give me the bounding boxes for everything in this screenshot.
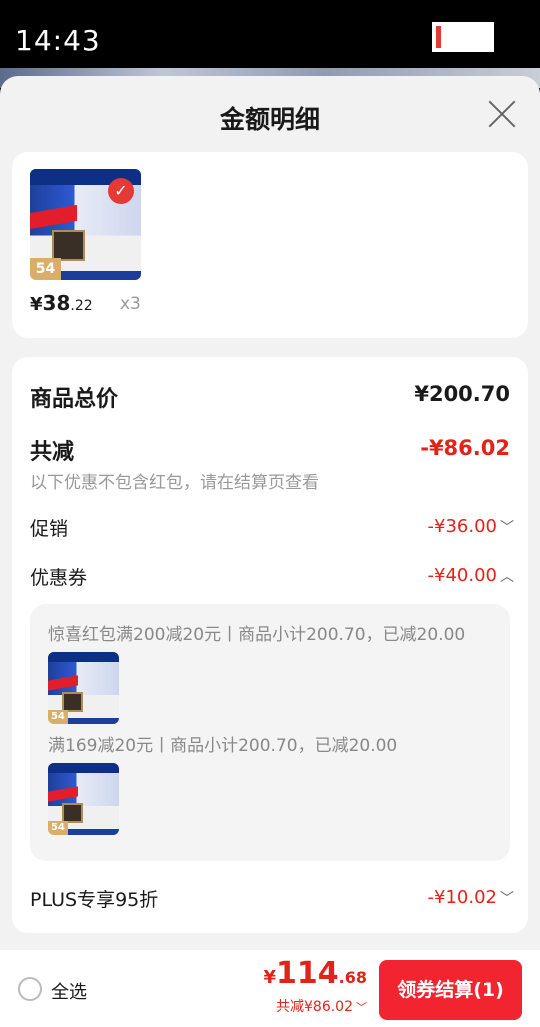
product-price: ¥38.22 xyxy=(30,291,93,315)
coupon-row-toggle[interactable]: -¥40.00 ︿ xyxy=(428,565,514,586)
product-quantity: x3 xyxy=(120,294,141,314)
status-time: 14:43 xyxy=(15,24,101,57)
close-icon[interactable] xyxy=(486,98,518,130)
total-label: 商品总价 xyxy=(30,387,119,412)
status-bar: 14:43 xyxy=(0,0,540,78)
coupon-item-thumbnail: 54 xyxy=(48,652,119,724)
chevron-down-icon: ﹀ xyxy=(356,1001,367,1014)
chevron-down-icon: ﹀ xyxy=(500,520,514,536)
chevron-down-icon: ﹀ xyxy=(500,891,514,907)
battery-icon xyxy=(432,22,494,52)
coupon-breakdown-box: 惊喜红包满200减20元丨商品小计200.70，已减20.00 54 满169减… xyxy=(30,604,510,861)
promo-value: -¥36.00 xyxy=(427,516,497,537)
thumb-price-tag: 54 xyxy=(30,257,62,280)
select-all-label[interactable]: 全选 xyxy=(51,978,87,1004)
amount-detail-sheet: 金额明细 54 ✓ ¥38.22 x3 商品总价 ¥200.70 共减 -¥86… xyxy=(0,76,540,1027)
discount-note: 以下优惠不包含红包，请在结算页查看 xyxy=(30,473,319,493)
promo-row-toggle[interactable]: -¥36.00 ﹀ xyxy=(428,516,514,537)
saved-amount: 共减¥86.02 xyxy=(276,999,353,1015)
plus-row-toggle[interactable]: -¥10.02 ﹀ xyxy=(428,887,514,908)
final-price: ¥114.68 xyxy=(263,956,368,991)
checkout-bar: 全选 ¥114.68 共减¥86.02 ﹀ 领券结算(1) xyxy=(0,950,540,1027)
select-all-radio[interactable] xyxy=(18,977,42,1001)
discount-value: -¥86.02 xyxy=(420,436,510,460)
product-card: 54 ✓ ¥38.22 x3 xyxy=(12,152,528,338)
coupon-value: -¥40.00 xyxy=(427,565,497,586)
price-detail-card: 商品总价 ¥200.70 共减 -¥86.02 以下优惠不包含红包，请在结算页查… xyxy=(12,357,528,933)
plus-label: PLUS专享95折 xyxy=(30,889,159,911)
total-value: ¥200.70 xyxy=(414,382,510,406)
coupon-item-thumbnail: 54 xyxy=(48,763,119,835)
sheet-title: 金额明细 xyxy=(219,105,320,134)
promo-label: 促销 xyxy=(30,518,69,540)
coupon-item-text: 满169减20元丨商品小计200.70，已减20.00 xyxy=(48,736,398,756)
discount-label: 共减 xyxy=(30,440,75,465)
chevron-up-icon: ︿ xyxy=(500,569,514,585)
coupon-item-text: 惊喜红包满200减20元丨商品小计200.70，已减20.00 xyxy=(48,625,466,645)
plus-value: -¥10.02 xyxy=(427,887,497,908)
checkout-button[interactable]: 领券结算(1) xyxy=(379,960,522,1020)
coupon-label: 优惠券 xyxy=(30,567,88,589)
saved-toggle[interactable]: 共减¥86.02 ﹀ xyxy=(276,996,367,1016)
checkmark-icon: ✓ xyxy=(108,178,134,204)
